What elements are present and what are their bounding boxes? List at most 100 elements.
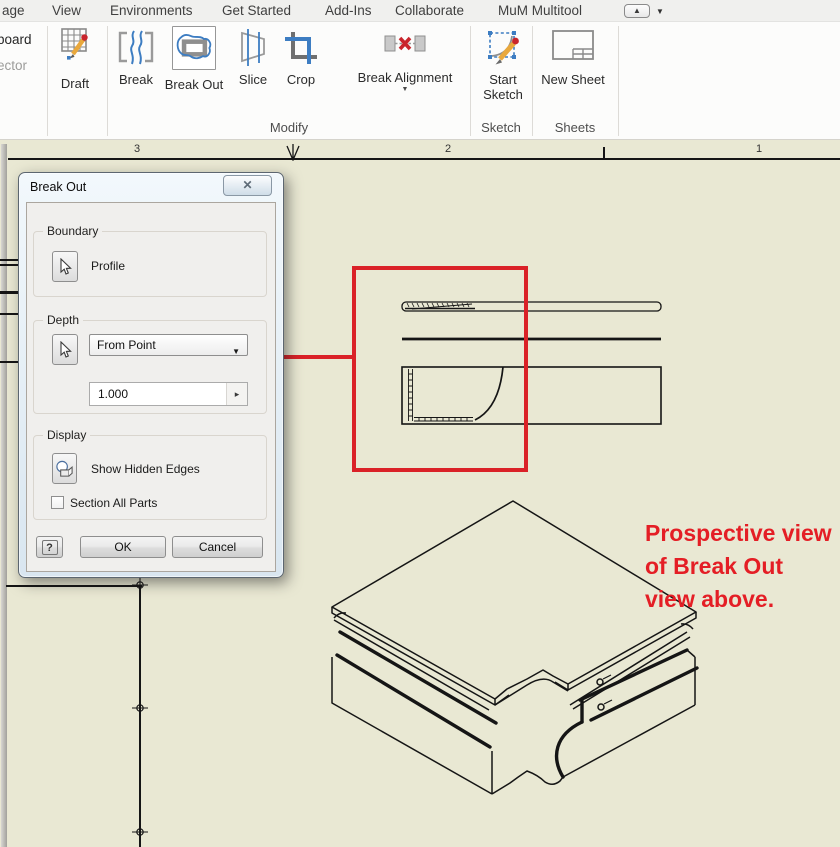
profile-label: Profile [91,259,126,273]
annotation-text-line: Prospective view [645,520,832,546]
center-mark-icon [132,700,148,716]
draft-icon [61,28,88,60]
drawing-edge-line [0,259,19,261]
break-alignment-icon [384,35,426,52]
drawing-edge-line [0,291,20,294]
tool-label: Break Alignment [357,70,453,85]
center-mark-icon [132,824,148,840]
start-sketch-icon [488,31,519,65]
menu-item-view[interactable]: View [52,0,81,22]
annotation-leader-line [282,355,354,359]
center-mark-icon [132,577,148,593]
tool-draft-button[interactable]: Draft [52,26,98,91]
cursor-arrow-icon [60,257,72,275]
profile-select-button[interactable] [52,251,78,282]
chevron-down-icon: ▼ [401,86,409,93]
menu-item-collaborate[interactable]: Collaborate [395,0,464,22]
ruler [8,158,840,160]
depth-value-wrapper: ▸ [89,382,248,406]
tool-label: Sketch [483,87,523,102]
section-all-parts-label: Section All Parts [70,496,158,510]
depth-group-label: Depth [43,313,84,327]
panel-label-sheets: Sheets [554,120,596,135]
close-icon: ✕ [242,178,253,192]
boundary-group-label: Boundary [43,224,103,238]
ruler-label: 3 [133,143,141,155]
break-icon [118,30,154,65]
menu-item-add-ins[interactable]: Add-Ins [325,0,372,22]
menu-item-mum-multitool[interactable]: MuM Multitool [498,0,582,22]
hidden-edges-icon [56,460,73,477]
depth-value-input[interactable] [90,383,226,405]
panel-up-icon: ▲ [633,6,641,15]
dialog-body: Boundary Profile Depth From Point ▼ 1.00… [26,202,276,572]
ok-button[interactable]: OK [80,536,166,558]
panel-label-sketch: Sketch [481,120,521,135]
depth-mode-value: From Point [97,338,156,352]
help-icon: ? [41,540,58,555]
tool-slice-button[interactable]: Slice [230,26,276,87]
tool-break-out-button[interactable]: Break Out [159,26,229,92]
show-hidden-edges-button[interactable] [52,453,77,484]
display-group-label: Display [43,428,91,442]
ruler-tick [603,147,605,158]
drawing-edge-line [0,313,19,315]
show-hidden-edges-label: Show Hidden Edges [91,462,200,476]
display-group: Display Show Hidden Edges Section All Pa… [33,428,267,520]
cursor-arrow-icon [60,340,72,358]
tool-crop-button[interactable]: Crop [278,26,324,87]
annotation-text-line: of Break Out [645,553,784,579]
tool-start-sketch-button[interactable]: Start Sketch [477,26,529,102]
clipped-panel-text-ector: ector [0,58,28,73]
chevron-down-icon: ▼ [232,347,240,356]
breakout-highlight-rectangle [352,266,528,472]
drawing-edge-line [0,264,19,266]
separator [618,26,619,136]
tool-label: Start [489,72,517,87]
close-button[interactable]: ✕ [223,175,272,196]
depth-point-select-button[interactable] [52,334,78,365]
menu-bar: age View Environments Get Started Add-In… [0,0,840,22]
separator [47,26,48,136]
menu-item-manage[interactable]: age [2,0,25,22]
slice-icon [241,29,265,66]
sheet-edge-strip [1,144,7,847]
clipped-panel-text-board: board [0,32,32,47]
depth-group: Depth From Point ▼ ▸ [33,313,267,414]
tool-break-alignment-button[interactable]: Break Alignment ▼ [345,26,465,93]
view-border-line [6,585,142,587]
ruler-label: 1 [755,143,763,155]
ruler-label: 2 [444,143,452,155]
menu-item-environments[interactable]: Environments [110,0,193,22]
crop-icon [285,32,317,64]
new-sheet-icon [552,30,594,60]
cancel-button[interactable]: Cancel [172,536,263,558]
ribbon: board ector Draft Break Break Out Slice … [0,22,840,140]
tool-label: Slice [238,72,268,87]
ruler-center-mark-icon [286,144,300,161]
view-border-line [139,585,141,847]
chevron-right-icon: ▸ [234,389,240,399]
break-out-dialog: Break Out ✕ Boundary Profile Depth From [18,172,284,578]
tool-break-button[interactable]: Break [112,26,160,87]
tool-label: Crop [286,72,316,87]
annotation-text-line: view above. [645,586,775,612]
section-all-parts-checkbox[interactable] [51,496,64,509]
ribbon-toggle-button[interactable]: ▲ ▼ [624,3,664,19]
tool-label: New Sheet [541,72,605,87]
panel-label-modify: Modify [269,120,309,135]
depth-value-flyout-button[interactable]: ▸ [226,383,247,405]
annotation-text: Prospective view of Break Out view above… [645,517,832,616]
chevron-down-icon: ▼ [656,6,664,16]
help-button[interactable]: ? [36,536,63,558]
drawing-edge-line [0,361,19,363]
tool-label: Break Out [164,77,224,92]
break-out-icon [176,34,212,60]
tool-label: Draft [60,76,90,91]
boundary-group: Boundary Profile [33,224,267,297]
menu-item-get-started[interactable]: Get Started [222,0,291,22]
dialog-title: Break Out [30,180,87,194]
depth-mode-dropdown[interactable]: From Point ▼ [89,334,248,356]
tool-label: Break [119,72,153,87]
tool-new-sheet-button[interactable]: New Sheet [537,26,609,87]
